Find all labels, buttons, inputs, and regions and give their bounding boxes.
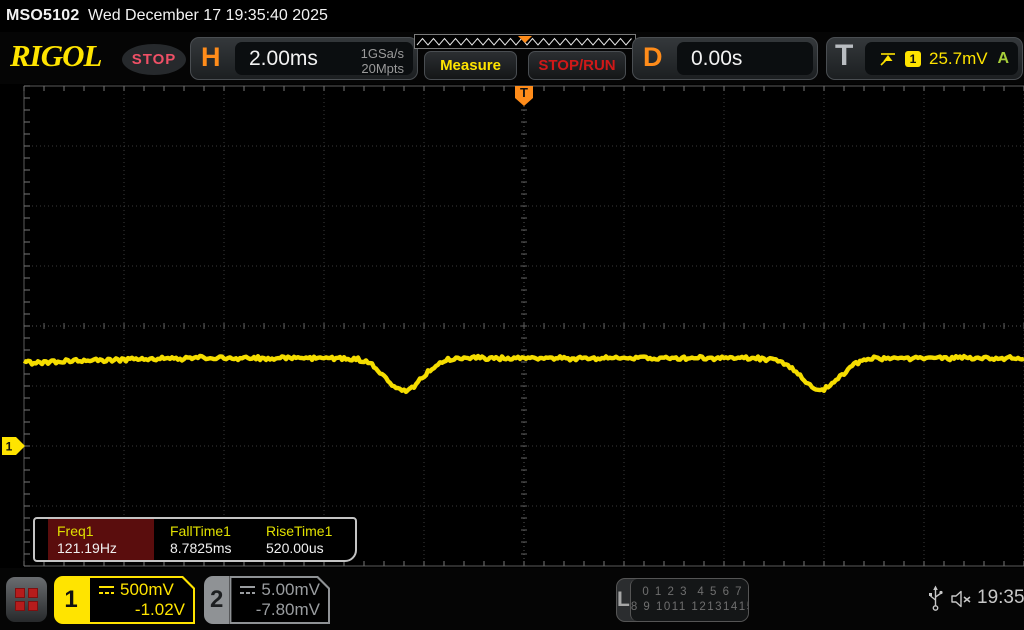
channel1-number: 1 [54,576,88,624]
trigger-label: T [835,39,853,73]
clock-text: 19:35 [977,587,1024,609]
measurement-label: Freq1 [57,523,154,539]
stop-run-button[interactable]: STOP/RUN [528,51,626,80]
red-squares-icon [15,588,38,611]
measurement-label: RiseTime1 [266,523,355,539]
measurement-results-panel: Freq1 121.19Hz FallTime1 8.7825ms RiseTi… [33,517,357,562]
channel2-offset: -7.80mV [239,600,320,620]
horizontal-menu-block[interactable]: H 2.00ms 1GSa/s 20Mpts [190,37,418,80]
usb-icon [928,585,943,612]
channel2-scale: 5.00mV [261,580,320,600]
waveform-overview-strip[interactable] [414,34,636,49]
channel1-status-block[interactable]: 1 500mV -1.02V [54,576,195,624]
delay-value: 0.00s [691,47,742,71]
delay-label: D [643,42,663,73]
acquisition-info: 1GSa/s 20Mpts [361,46,404,76]
channel2-number: 2 [204,576,229,624]
datetime-text: Wed December 17 19:35:40 2025 [88,7,328,25]
channel1-marker-label: 1 [6,440,13,454]
measurement-falltime1[interactable]: FallTime1 8.7825ms [161,519,257,560]
channel2-status-block[interactable]: 2 5.00mV -7.80mV [204,576,330,624]
measurement-label: FallTime1 [170,523,257,539]
dc-coupling-icon [98,584,115,596]
run-state-indicator[interactable]: STOP [122,44,186,75]
trigger-marker-label: T [520,85,528,100]
trigger-menu-block[interactable]: T 1 25.7mV A [826,37,1023,80]
channel1-offset: -1.02V [98,600,185,620]
model-name: MSO5102 [6,7,79,25]
measure-button[interactable]: Measure [424,51,517,80]
waveform-display-area: T1 [0,84,1024,568]
measurement-value: 8.7825ms [170,540,257,556]
measurement-value: 121.19Hz [57,540,154,556]
measurement-freq1[interactable]: Freq1 121.19Hz [48,519,154,560]
header-bar: RIGOL STOP H 2.00ms 1GSa/s 20Mpts Measur… [0,32,1024,84]
channel1-scale: 500mV [120,580,174,600]
trigger-level-value: 25.7mV [929,49,988,69]
windows-menu-button[interactable] [6,577,47,622]
trigger-slope-icon [879,51,897,67]
trigger-mode-auto: A [997,50,1009,68]
speaker-muted-icon[interactable] [950,590,972,608]
trigger-source-badge: 1 [905,51,921,67]
timebase-value: 2.00ms [249,47,318,71]
logic-label: L [617,579,630,621]
measurement-risetime1[interactable]: RiseTime1 520.00us [257,519,355,560]
top-info-bar: MSO5102 Wed December 17 19:35:40 2025 [0,0,1024,32]
bottom-status-bar: 1 500mV -1.02V 2 [0,568,1024,630]
horizontal-label: H [201,42,221,73]
logic-channels-block[interactable]: L 0 1 2 3 4 5 6 7 8 9 1011 12131415 [616,578,749,622]
logic-channel-numbers: 0 1 2 3 4 5 6 7 8 9 1011 12131415 [630,579,749,621]
dc-coupling-icon [239,584,256,596]
rigol-logo: RIGOL [10,38,101,74]
oscilloscope-screen: MSO5102 Wed December 17 19:35:40 2025 RI… [0,0,1024,630]
delay-menu-block[interactable]: D 0.00s [632,37,818,80]
overview-waveform-icon [415,35,635,48]
measurement-value: 520.00us [266,540,355,556]
graticule-and-trace: T1 [0,84,1024,568]
